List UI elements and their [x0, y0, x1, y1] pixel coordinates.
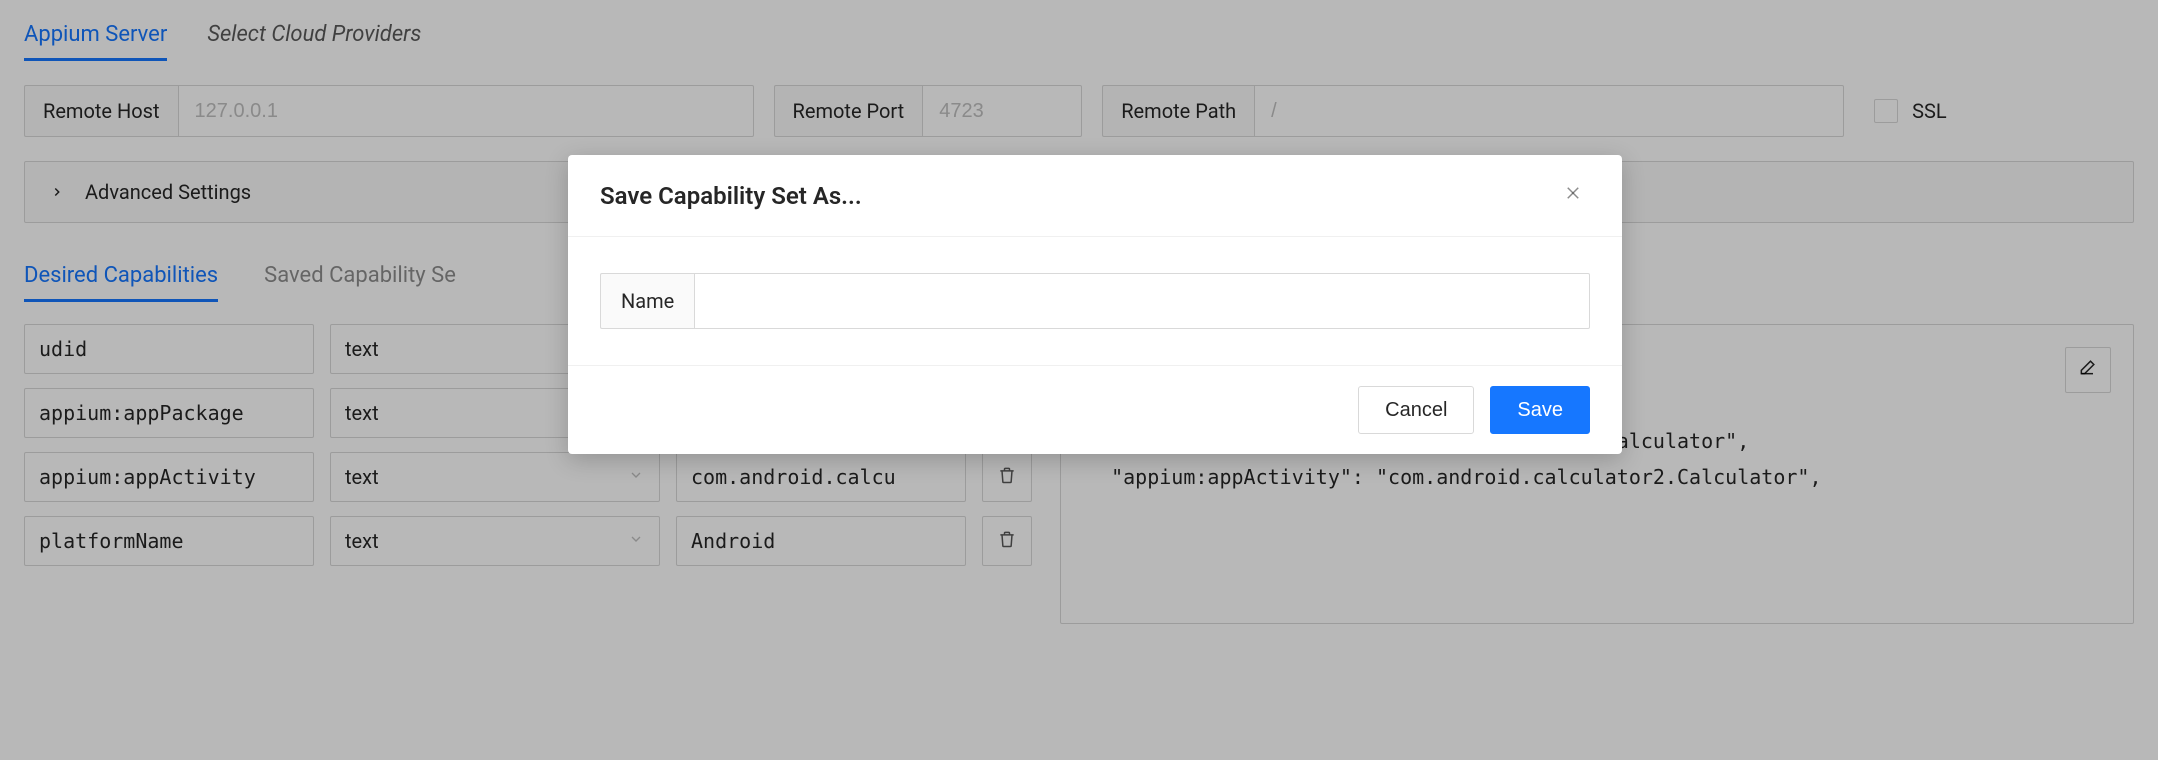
modal-close-button[interactable] — [1556, 179, 1590, 212]
modal-header: Save Capability Set As... — [568, 155, 1622, 237]
close-icon — [1564, 183, 1582, 208]
save-capability-modal: Save Capability Set As... Name Cancel Sa… — [568, 155, 1622, 454]
modal-name-field: Name — [600, 273, 1590, 329]
cancel-button[interactable]: Cancel — [1358, 386, 1474, 434]
modal-name-input[interactable] — [694, 273, 1590, 329]
modal-name-label: Name — [600, 273, 694, 329]
modal-footer: Cancel Save — [568, 366, 1622, 454]
modal-title: Save Capability Set As... — [600, 182, 862, 210]
save-button[interactable]: Save — [1490, 386, 1590, 434]
modal-body: Name — [568, 237, 1622, 366]
